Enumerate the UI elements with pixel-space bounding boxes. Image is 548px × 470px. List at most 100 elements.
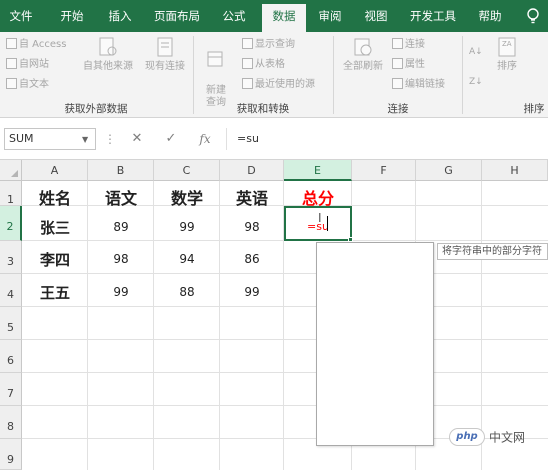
from-web-button[interactable]: 自网站 xyxy=(6,57,49,73)
function-tooltip: 将字符串中的部分字符 xyxy=(437,243,548,260)
enter-button[interactable]: ✓ xyxy=(160,128,182,150)
edit-links-icon xyxy=(392,78,403,89)
watermark: php 中文网 xyxy=(449,428,525,448)
column-header[interactable]: H xyxy=(482,160,548,181)
other-sources-button[interactable]: 自其他来源 xyxy=(80,36,136,73)
formula-bar: SUM ▼ ⋮ ✕ ✓ fx =su xyxy=(0,118,548,160)
group-separator xyxy=(462,36,463,114)
column-header[interactable]: G xyxy=(416,160,482,181)
cell-d1[interactable]: 英语 xyxy=(220,185,284,209)
gridline xyxy=(22,306,548,307)
text-caret xyxy=(327,216,328,231)
recent-sources-button[interactable]: 最近使用的源 xyxy=(242,77,315,93)
svg-text:A↓: A↓ xyxy=(469,47,483,57)
new-query-button[interactable]: 新建 查询 xyxy=(196,36,236,109)
cell-a4[interactable]: 王五 xyxy=(22,282,88,303)
cell-c1[interactable]: 数学 xyxy=(154,185,220,209)
cell-a1[interactable]: 姓名 xyxy=(22,185,88,209)
ribbon-panel: 自 Access 自网站 自文本 自其他来源 现有连接 获取外部数据 新建 查询… xyxy=(0,32,548,118)
properties-button[interactable]: 属性 xyxy=(392,57,425,73)
row-header[interactable]: 3 xyxy=(0,241,22,274)
cell-a2[interactable]: 张三 xyxy=(22,217,88,238)
from-access-button[interactable]: 自 Access xyxy=(6,37,66,53)
tab-page-layout[interactable]: 页面布局 xyxy=(147,0,207,32)
group-label-connections: 连接 xyxy=(387,103,409,115)
tab-formulas[interactable]: 公式 xyxy=(214,0,254,32)
tab-insert[interactable]: 插入 xyxy=(100,0,140,32)
text-file-icon xyxy=(6,78,17,89)
row-header[interactable]: 1 xyxy=(0,181,22,206)
chevron-down-icon[interactable]: ▼ xyxy=(82,135,88,144)
cell-b3[interactable]: 98 xyxy=(88,252,154,266)
properties-icon xyxy=(392,58,403,69)
sort-az-icon[interactable]: A↓ Z↓ xyxy=(468,40,486,94)
row-header[interactable]: 9 xyxy=(0,439,22,470)
cell-c3[interactable]: 94 xyxy=(154,252,220,266)
column-header-selected[interactable]: E xyxy=(284,160,352,181)
cell-b1[interactable]: 语文 xyxy=(88,185,154,209)
refresh-icon xyxy=(354,38,372,56)
gridline xyxy=(22,339,548,340)
from-table-button[interactable]: 从表格 xyxy=(242,57,285,73)
column-header[interactable]: B xyxy=(88,160,154,181)
tab-developer[interactable]: 开发工具 xyxy=(402,0,464,32)
group-label-sort: 排序 xyxy=(523,103,545,115)
clock-icon xyxy=(242,78,253,89)
ribbon-tab-bar: 文件 开始 插入 页面布局 公式 数据 审阅 视图 开发工具 帮助 xyxy=(0,0,548,32)
column-header[interactable]: C xyxy=(154,160,220,181)
connections-button[interactable]: 连接 xyxy=(392,37,425,53)
cell-b4[interactable]: 99 xyxy=(88,285,154,299)
web-icon xyxy=(6,58,17,69)
row-header[interactable]: 6 xyxy=(0,340,22,373)
cancel-button[interactable]: ✕ xyxy=(126,128,148,150)
gridline xyxy=(22,273,548,274)
edit-links-button[interactable]: 编辑链接 xyxy=(392,77,445,93)
cell-c2[interactable]: 99 xyxy=(154,220,220,234)
new-query-icon xyxy=(207,51,223,67)
column-header[interactable]: D xyxy=(220,160,284,181)
svg-text:ZA: ZA xyxy=(502,40,512,48)
gridline xyxy=(22,405,548,406)
group-separator xyxy=(193,36,194,114)
insert-function-button[interactable]: fx xyxy=(194,128,216,150)
row-header-selected[interactable]: 2 xyxy=(0,206,22,241)
from-text-button[interactable]: 自文本 xyxy=(6,77,49,93)
cell-d2[interactable]: 98 xyxy=(220,220,284,234)
select-all-button[interactable] xyxy=(0,160,22,181)
show-queries-button[interactable]: 显示查询 xyxy=(242,37,295,53)
existing-connections-button[interactable]: 现有连接 xyxy=(142,36,188,73)
cell-d3[interactable]: 86 xyxy=(220,252,284,266)
drag-handle-icon[interactable]: ⋮ xyxy=(104,130,116,148)
cell-b2[interactable]: 89 xyxy=(88,220,154,234)
group-label-get-transform: 获取和转换 xyxy=(236,103,290,115)
group-separator xyxy=(333,36,334,114)
row-header[interactable]: 8 xyxy=(0,406,22,439)
tab-data[interactable]: 数据 xyxy=(262,4,306,32)
cell-c4[interactable]: 88 xyxy=(154,285,220,299)
group-label-external-data: 获取外部数据 xyxy=(64,103,128,115)
column-header[interactable]: F xyxy=(352,160,416,181)
formula-input[interactable]: =su xyxy=(226,128,544,150)
lightbulb-icon[interactable] xyxy=(524,7,542,25)
formula-autocomplete-list[interactable] xyxy=(316,242,434,446)
sort-icon: ZA xyxy=(498,37,516,57)
tab-home[interactable]: 开始 xyxy=(52,0,92,32)
i-beam-cursor-icon: I xyxy=(318,211,322,225)
php-logo-icon: php xyxy=(449,428,485,446)
table-icon xyxy=(242,58,253,69)
tab-file[interactable]: 文件 xyxy=(2,0,40,32)
cell-a3[interactable]: 李四 xyxy=(22,249,88,270)
other-sources-icon xyxy=(99,37,117,56)
tab-help[interactable]: 帮助 xyxy=(470,0,510,32)
row-header[interactable]: 7 xyxy=(0,373,22,406)
row-header[interactable]: 5 xyxy=(0,307,22,340)
column-header[interactable]: A xyxy=(22,160,88,181)
row-header[interactable]: 4 xyxy=(0,274,22,307)
sort-button[interactable]: ZA 排序 xyxy=(490,36,524,73)
worksheet-grid[interactable]: A B C D E F G H 1 2 3 4 5 6 7 8 9 姓名 语文 … xyxy=(0,160,548,470)
tab-view[interactable]: 视图 xyxy=(356,0,396,32)
cell-d4[interactable]: 99 xyxy=(220,285,284,299)
tab-review[interactable]: 审阅 xyxy=(310,0,350,32)
refresh-all-button[interactable]: 全部刷新 xyxy=(338,36,388,73)
queries-icon xyxy=(242,38,253,49)
